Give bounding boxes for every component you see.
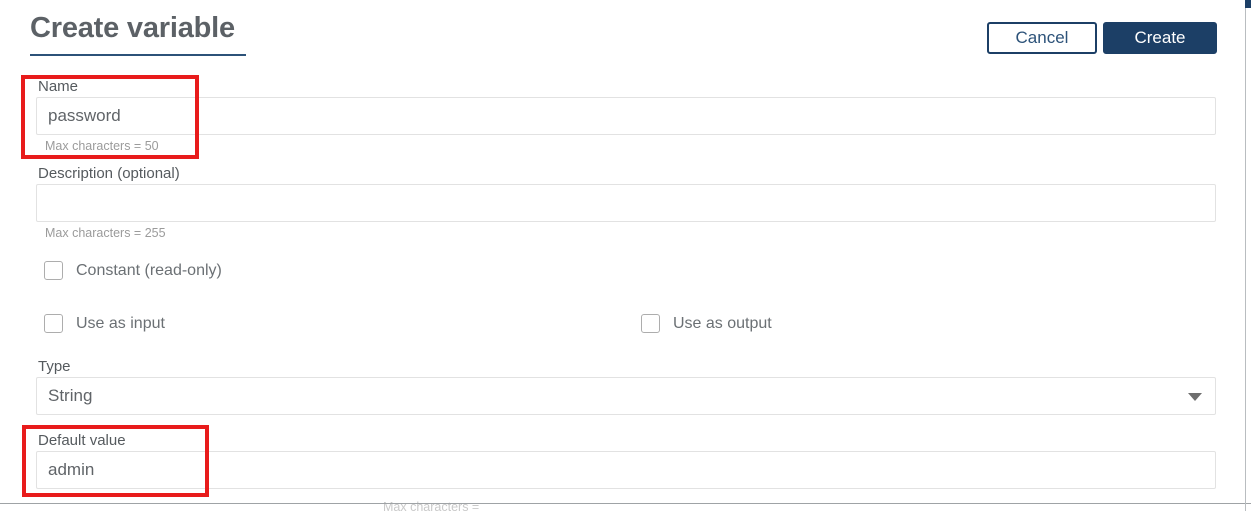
window-edge-accent (1245, 0, 1251, 8)
use-as-output-checkbox-label: Use as output (673, 314, 772, 332)
name-input[interactable] (36, 97, 1216, 135)
description-hint: Max characters = 255 (45, 226, 166, 240)
name-label: Name (38, 78, 79, 95)
type-label: Type (38, 358, 71, 375)
right-divider (1245, 0, 1246, 511)
constant-checkbox-label: Constant (read-only) (76, 261, 222, 279)
constant-checkbox-row[interactable]: Constant (read-only) (44, 261, 222, 280)
title-underline (30, 54, 246, 56)
default-value-label: Default value (38, 432, 126, 449)
page-title: Create variable (30, 12, 235, 44)
use-as-output-checkbox-row[interactable]: Use as output (641, 314, 772, 333)
name-hint: Max characters = 50 (45, 139, 159, 153)
constant-checkbox[interactable] (44, 261, 63, 280)
bottom-divider (0, 503, 1251, 504)
type-select-value: String (48, 386, 93, 405)
create-variable-page: Create variable Cancel Create Name Max c… (0, 0, 1251, 514)
create-button[interactable]: Create (1103, 22, 1217, 54)
cancel-button[interactable]: Cancel (987, 22, 1097, 54)
chevron-down-icon[interactable] (1188, 393, 1202, 401)
description-label: Description (optional) (38, 165, 180, 182)
use-as-input-checkbox[interactable] (44, 314, 63, 333)
use-as-input-checkbox-label: Use as input (76, 314, 165, 332)
type-select[interactable]: String (36, 377, 1216, 415)
description-input[interactable] (36, 184, 1216, 222)
use-as-output-checkbox[interactable] (641, 314, 660, 333)
default-value-input[interactable] (36, 451, 1216, 489)
use-as-input-checkbox-row[interactable]: Use as input (44, 314, 165, 333)
